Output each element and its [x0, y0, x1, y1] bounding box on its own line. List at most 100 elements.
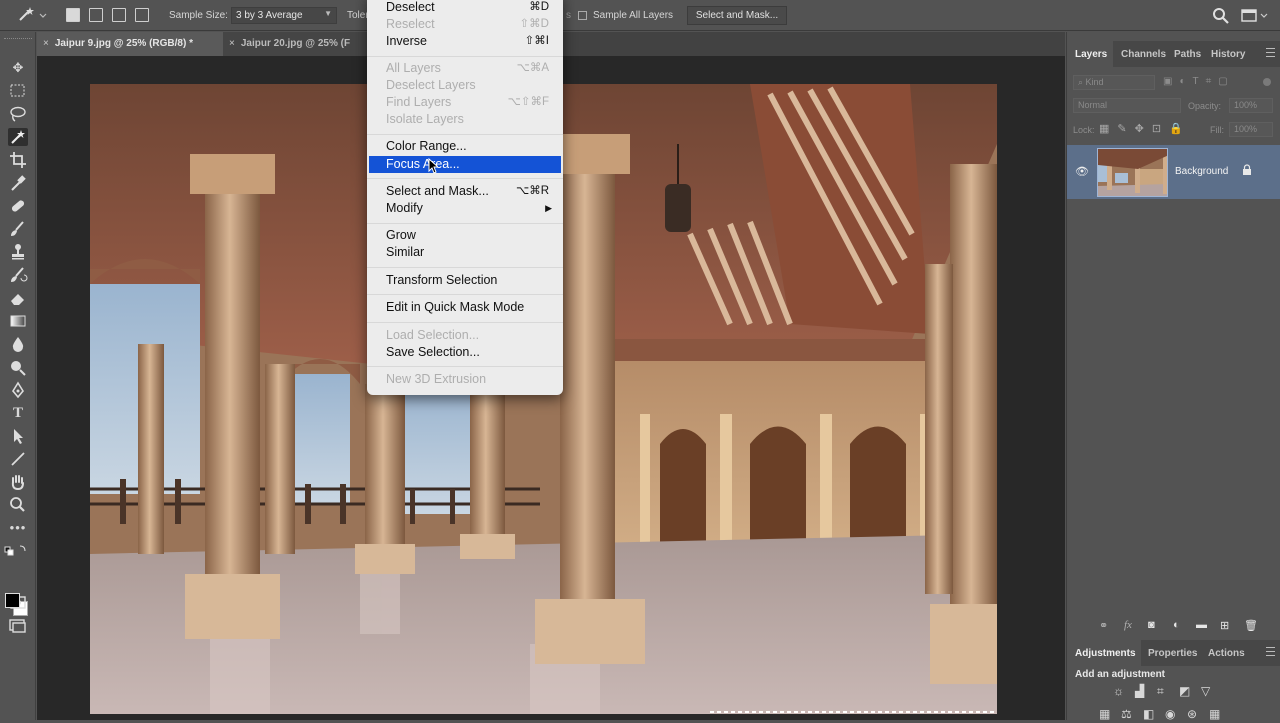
workspace-switcher-icon[interactable]: [1241, 8, 1271, 24]
link-layers-icon[interactable]: ⚭: [1099, 619, 1108, 632]
chevron-down-icon: ▼: [324, 9, 332, 18]
layer-filter-icons[interactable]: ▣◐T⌗▢: [1163, 76, 1235, 87]
new-group-icon[interactable]: ▬: [1196, 619, 1207, 631]
line-tool-icon[interactable]: [8, 450, 28, 468]
brightness-contrast-icon[interactable]: ☼: [1113, 684, 1124, 698]
tab-adjustments[interactable]: Adjustments: [1067, 640, 1141, 666]
intersect-selection-icon[interactable]: [135, 8, 149, 22]
fill-input[interactable]: 100%: [1229, 122, 1273, 137]
move-tool-icon[interactable]: ✥: [8, 59, 28, 77]
sample-size-select[interactable]: 3 by 3 Average ▼: [231, 7, 337, 24]
magic-wand-tool-icon[interactable]: [8, 128, 28, 146]
select-and-mask-button[interactable]: Select and Mask...: [687, 6, 787, 25]
tab-paths[interactable]: Paths: [1174, 41, 1201, 67]
levels-icon[interactable]: ▟: [1135, 684, 1144, 698]
eraser-tool-icon[interactable]: [8, 289, 28, 307]
menu-item-label: Deselect: [386, 0, 435, 14]
layer-filter-select[interactable]: ⌕ Kind: [1073, 75, 1155, 90]
menu-item-color-range[interactable]: Color Range...: [367, 138, 563, 155]
menu-item-save-selection[interactable]: Save Selection...: [367, 344, 563, 361]
menu-item-label: Similar: [386, 245, 425, 259]
curves-icon[interactable]: ⌗: [1157, 684, 1164, 699]
blur-tool-icon[interactable]: [8, 335, 28, 353]
menu-item-inverse[interactable]: Inverse ⇧⌘I: [367, 33, 563, 50]
photo-filter-icon[interactable]: ◉: [1165, 707, 1175, 721]
menu-item-shortcut: ⌥⌘A: [516, 62, 549, 74]
default-colors-icon[interactable]: [4, 542, 28, 560]
filter-toggle-icon[interactable]: [1263, 78, 1271, 86]
panel-grip[interactable]: [4, 38, 32, 40]
close-tab-icon[interactable]: ×: [43, 38, 49, 49]
menu-item-modify[interactable]: Modify ▶: [367, 200, 563, 217]
more-tools-icon[interactable]: •••: [8, 519, 28, 537]
menu-item-similar[interactable]: Similar: [367, 244, 563, 261]
menu-separator: [367, 294, 563, 295]
blend-row: Normal Opacity: 100%: [1067, 95, 1280, 117]
new-layer-icon[interactable]: ⊞: [1220, 619, 1229, 632]
tab-actions[interactable]: Actions: [1208, 640, 1245, 666]
magic-wand-tool-preset-icon[interactable]: [16, 6, 50, 24]
history-brush-tool-icon[interactable]: [8, 266, 28, 284]
menu-separator: [367, 56, 563, 57]
menu-separator: [367, 267, 563, 268]
layer-row-background[interactable]: 👁 Background: [1067, 145, 1280, 199]
layers-footer: ⚭ fx ◙ ◐ ▬ ⊞ 🗑: [1067, 617, 1280, 637]
color-balance-icon[interactable]: ⚖: [1121, 707, 1132, 721]
lasso-tool-icon[interactable]: [8, 105, 28, 123]
close-tab-icon[interactable]: ×: [229, 38, 235, 49]
delete-layer-icon[interactable]: 🗑: [1244, 619, 1258, 632]
tab-history[interactable]: History: [1211, 41, 1245, 67]
type-tool-icon[interactable]: T: [8, 404, 28, 422]
menu-item-focus-area[interactable]: Focus Area...: [369, 156, 561, 173]
visibility-eye-icon[interactable]: 👁: [1075, 165, 1089, 178]
brush-tool-icon[interactable]: [8, 220, 28, 238]
zoom-tool-icon[interactable]: [8, 496, 28, 514]
layers-panel-tabs: Layers Channels Paths History: [1067, 41, 1280, 67]
panel-menu-icon[interactable]: [1266, 48, 1275, 57]
search-icon[interactable]: [1212, 7, 1230, 25]
menu-item-shortcut: ⌥⇧⌘F: [507, 96, 549, 108]
panel-menu-icon[interactable]: [1266, 647, 1275, 656]
layer-mask-icon[interactable]: ◙: [1148, 619, 1155, 631]
lock-row: Lock: ▦✎✥⊡🔒 Fill: 100%: [1067, 119, 1280, 141]
dodge-tool-icon[interactable]: [8, 358, 28, 376]
screen-mode-icon[interactable]: [8, 617, 28, 635]
eyedropper-tool-icon[interactable]: [8, 174, 28, 192]
channel-mixer-icon[interactable]: ⊛: [1187, 707, 1197, 721]
hand-tool-icon[interactable]: [8, 473, 28, 491]
foreground-color-swatch[interactable]: [5, 593, 20, 608]
document-tab-jaipur-9[interactable]: × Jaipur 9.jpg @ 25% (RGB/8) *: [37, 32, 223, 56]
pen-tool-icon[interactable]: [8, 381, 28, 399]
subtract-from-selection-icon[interactable]: [112, 8, 126, 22]
tab-layers[interactable]: Layers: [1067, 41, 1113, 67]
black-white-icon[interactable]: ◧: [1143, 707, 1154, 721]
menu-item-select-and-mask[interactable]: Select and Mask... ⌥⌘R: [367, 183, 563, 200]
layer-style-icon[interactable]: fx: [1124, 619, 1132, 631]
menu-item-transform-selection[interactable]: Transform Selection: [367, 272, 563, 289]
menu-item-label: Color Range...: [386, 139, 467, 153]
menu-item-quick-mask[interactable]: Edit in Quick Mask Mode: [367, 299, 563, 316]
color-lookup-icon[interactable]: ▦: [1209, 707, 1220, 721]
tab-channels[interactable]: Channels: [1121, 41, 1166, 67]
document-tab-title: Jaipur 9.jpg @ 25% (RGB/8) *: [54, 38, 193, 49]
crop-tool-icon[interactable]: [8, 151, 28, 169]
menu-item-label: Edit in Quick Mask Mode: [386, 300, 525, 314]
path-selection-tool-icon[interactable]: [8, 427, 28, 445]
menu-item-deselect[interactable]: Deselect ⌘D: [367, 0, 563, 16]
menu-item-grow[interactable]: Grow: [367, 227, 563, 244]
tab-properties[interactable]: Properties: [1148, 640, 1197, 666]
healing-brush-tool-icon[interactable]: [8, 197, 28, 215]
clone-stamp-tool-icon[interactable]: [8, 243, 28, 261]
lock-options-icons[interactable]: ▦✎✥⊡🔒: [1099, 122, 1191, 135]
opacity-input[interactable]: 100%: [1229, 98, 1273, 113]
add-to-selection-icon[interactable]: [89, 8, 103, 22]
hue-saturation-icon[interactable]: ▦: [1099, 707, 1110, 721]
blend-mode-select[interactable]: Normal: [1073, 98, 1181, 113]
gradient-tool-icon[interactable]: [8, 312, 28, 330]
marquee-tool-icon[interactable]: [8, 82, 28, 100]
adjustment-layer-icon[interactable]: ◐: [1173, 619, 1180, 631]
new-selection-icon[interactable]: [66, 8, 80, 22]
vibrance-icon[interactable]: ▽: [1201, 684, 1210, 698]
exposure-icon[interactable]: ◩: [1179, 684, 1190, 698]
sample-all-layers-checkbox[interactable]: [578, 11, 587, 20]
